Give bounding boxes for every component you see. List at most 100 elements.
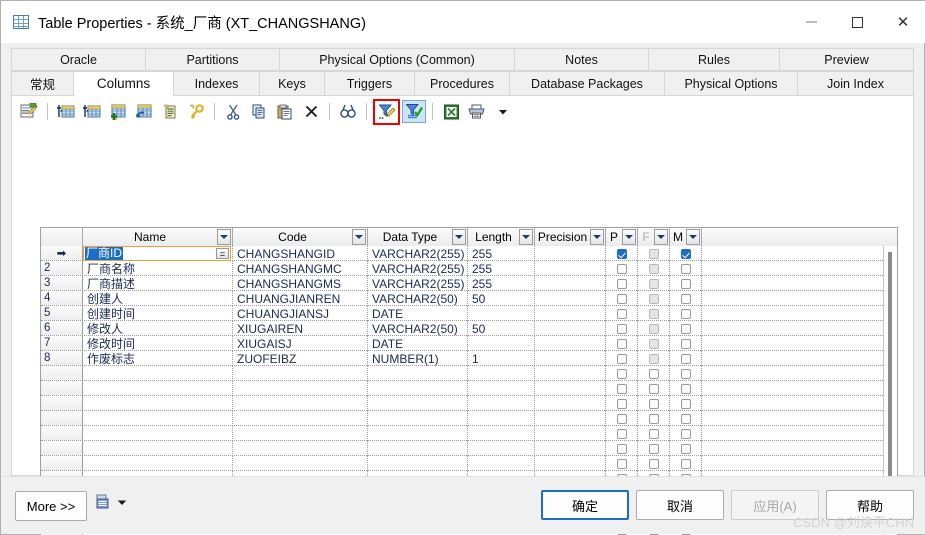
notes-icon[interactable] (158, 100, 182, 123)
cell-f[interactable] (638, 246, 670, 261)
cell-precision[interactable] (535, 291, 606, 306)
chevron-down-icon[interactable] (519, 229, 533, 245)
checkbox[interactable] (616, 248, 627, 259)
checkbox[interactable] (616, 398, 627, 409)
row-header[interactable] (41, 396, 83, 410)
row-header[interactable] (41, 411, 83, 425)
tab-general[interactable]: 常规 (11, 71, 74, 96)
cell-code[interactable] (233, 381, 368, 396)
apply-filter-icon[interactable] (402, 100, 426, 123)
cell-datatype[interactable] (368, 366, 468, 381)
cell-length[interactable] (468, 396, 535, 411)
cell-length[interactable]: 50 (468, 291, 535, 306)
checkbox[interactable] (648, 368, 659, 379)
checkbox[interactable] (680, 323, 691, 334)
cell-code[interactable] (233, 441, 368, 456)
row-header[interactable] (41, 381, 83, 395)
close-button[interactable]: ✕ (880, 1, 925, 43)
tab-notes[interactable]: Notes (515, 48, 649, 71)
cell-precision[interactable] (535, 246, 606, 261)
cell-datatype[interactable]: VARCHAR2(50) (368, 321, 468, 336)
tab-physical-options-common[interactable]: Physical Options (Common) (280, 48, 515, 71)
checkbox[interactable] (616, 428, 627, 439)
cell-precision[interactable] (535, 306, 606, 321)
grid-empty-row[interactable] (41, 381, 897, 396)
cancel-button[interactable]: 取消 (636, 490, 724, 520)
cell-name[interactable] (83, 381, 233, 396)
tab-procedures[interactable]: Procedures (415, 71, 510, 96)
cell-length[interactable] (468, 381, 535, 396)
cell-code[interactable]: CHANGSHANGMS (233, 276, 368, 291)
checkbox[interactable] (616, 368, 627, 379)
cell-datatype[interactable] (368, 396, 468, 411)
cut-icon[interactable] (221, 100, 245, 123)
cell-f[interactable] (638, 291, 670, 306)
column-header-length[interactable]: Length (468, 228, 535, 246)
table-row[interactable]: 4 创建人 CHUANGJIANREN VARCHAR2(50) 50 (41, 291, 897, 306)
chevron-down-icon[interactable] (590, 229, 604, 245)
cell-name[interactable]: 创建人 (83, 291, 233, 306)
cell-m[interactable] (670, 291, 702, 306)
cell-code[interactable] (233, 411, 368, 426)
checkbox[interactable] (648, 443, 659, 454)
cell-length[interactable] (468, 426, 535, 441)
cell-m[interactable] (670, 261, 702, 276)
cell-datatype[interactable]: NUMBER(1) (368, 351, 468, 366)
checkbox[interactable] (648, 413, 659, 424)
toolbar-overflow-icon[interactable] (491, 100, 515, 123)
checkbox[interactable] (648, 458, 659, 469)
checkbox[interactable] (680, 278, 691, 289)
name-edit-field[interactable]: 厂商ID = (83, 246, 231, 261)
cell-f[interactable] (638, 261, 670, 276)
cell-f[interactable] (638, 276, 670, 291)
tab-triggers[interactable]: Triggers (325, 71, 415, 96)
cell-code[interactable]: CHANGSHANGMC (233, 261, 368, 276)
cell-precision[interactable] (535, 396, 606, 411)
checkbox[interactable] (680, 443, 691, 454)
cell-m[interactable] (670, 411, 702, 426)
cell-datatype[interactable]: VARCHAR2(255) (368, 261, 468, 276)
checkbox[interactable] (680, 353, 691, 364)
cell-precision[interactable] (535, 276, 606, 291)
key-icon[interactable] (184, 100, 208, 123)
cell-precision[interactable] (535, 351, 606, 366)
cell-code[interactable] (233, 396, 368, 411)
tab-partitions[interactable]: Partitions (146, 48, 280, 71)
cell-code[interactable]: XIUGAISJ (233, 336, 368, 351)
cell-name[interactable] (83, 441, 233, 456)
add-object-icon[interactable] (106, 100, 130, 123)
cell-p[interactable] (606, 276, 638, 291)
cell-datatype[interactable]: DATE (368, 306, 468, 321)
cell-f[interactable] (638, 306, 670, 321)
table-row[interactable]: 8 作废标志 ZUOFEIBZ NUMBER(1) 1 (41, 351, 897, 366)
tab-rules[interactable]: Rules (649, 48, 780, 71)
row-header[interactable]: 2 (41, 261, 83, 275)
cell-code[interactable]: CHUANGJIANSJ (233, 306, 368, 321)
footer-menu-group[interactable] (96, 494, 127, 510)
cell-code[interactable] (233, 426, 368, 441)
chevron-down-icon[interactable] (217, 229, 231, 245)
checkbox[interactable] (680, 398, 691, 409)
maximize-button[interactable] (834, 1, 880, 43)
grid-empty-row[interactable] (41, 456, 897, 471)
cell-length[interactable] (468, 306, 535, 321)
cell-code[interactable]: ZUOFEIBZ (233, 351, 368, 366)
chevron-down-icon[interactable] (352, 229, 366, 245)
tab-join-index[interactable]: Join Index (798, 71, 914, 96)
cell-code[interactable] (233, 366, 368, 381)
cell-p[interactable] (606, 336, 638, 351)
column-header-f[interactable]: F (638, 228, 670, 246)
cell-datatype[interactable] (368, 456, 468, 471)
cell-precision[interactable] (535, 321, 606, 336)
chevron-down-icon[interactable] (622, 229, 636, 245)
column-header-p[interactable]: P (606, 228, 638, 246)
checkbox[interactable] (680, 308, 691, 319)
grid-empty-row[interactable] (41, 396, 897, 411)
checkbox[interactable] (680, 248, 691, 259)
cell-m[interactable] (670, 381, 702, 396)
cell-p[interactable] (606, 306, 638, 321)
more-button[interactable]: More >> (15, 491, 87, 521)
cell-m[interactable] (670, 321, 702, 336)
cell-f[interactable] (638, 411, 670, 426)
column-header-code[interactable]: Code (233, 228, 368, 246)
